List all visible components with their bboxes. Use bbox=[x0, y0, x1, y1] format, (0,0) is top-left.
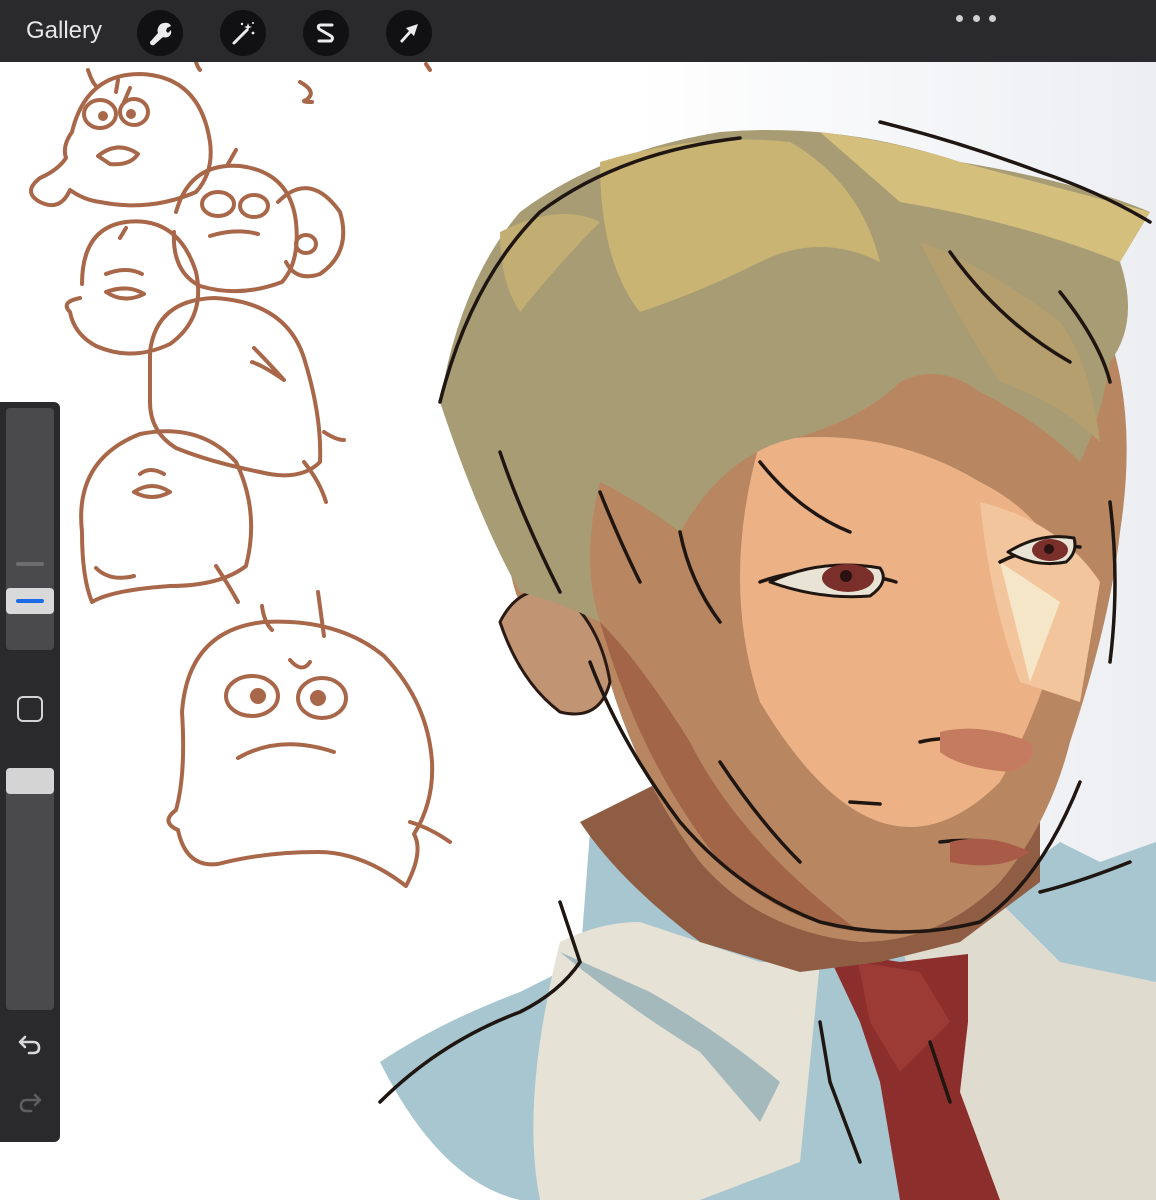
transform-arrow-icon bbox=[400, 24, 418, 43]
size-indicator bbox=[16, 599, 44, 603]
ellipsis-dot bbox=[989, 14, 996, 22]
brush-size-slider[interactable] bbox=[6, 408, 54, 650]
magic-wand-icon bbox=[232, 22, 255, 45]
actions-button[interactable] bbox=[137, 10, 183, 56]
gallery-button[interactable]: Gallery bbox=[26, 16, 102, 46]
undo-icon bbox=[18, 1035, 41, 1055]
top-toolbar: Gallery bbox=[0, 0, 1156, 62]
redo-button[interactable] bbox=[15, 1088, 45, 1118]
ellipsis-dot bbox=[972, 14, 980, 22]
size-preset-tick bbox=[16, 562, 44, 566]
adjustments-button[interactable] bbox=[220, 10, 266, 56]
redo-icon bbox=[19, 1093, 42, 1113]
undo-button[interactable] bbox=[15, 1030, 45, 1060]
ellipsis-icon bbox=[956, 14, 963, 22]
brush-opacity-slider[interactable] bbox=[6, 768, 54, 1010]
selection-icon bbox=[316, 23, 334, 43]
more-options-button[interactable] bbox=[956, 10, 996, 26]
brush-sidebar bbox=[0, 402, 60, 1142]
modify-square-icon[interactable] bbox=[17, 696, 43, 722]
brush-size-thumb[interactable] bbox=[6, 588, 54, 614]
wrench-icon bbox=[150, 22, 172, 46]
brush-opacity-thumb[interactable] bbox=[6, 768, 54, 794]
selection-button[interactable] bbox=[303, 10, 349, 56]
artwork bbox=[0, 62, 1156, 1200]
transform-button[interactable] bbox=[386, 10, 432, 56]
drawing-canvas[interactable] bbox=[0, 62, 1156, 1200]
